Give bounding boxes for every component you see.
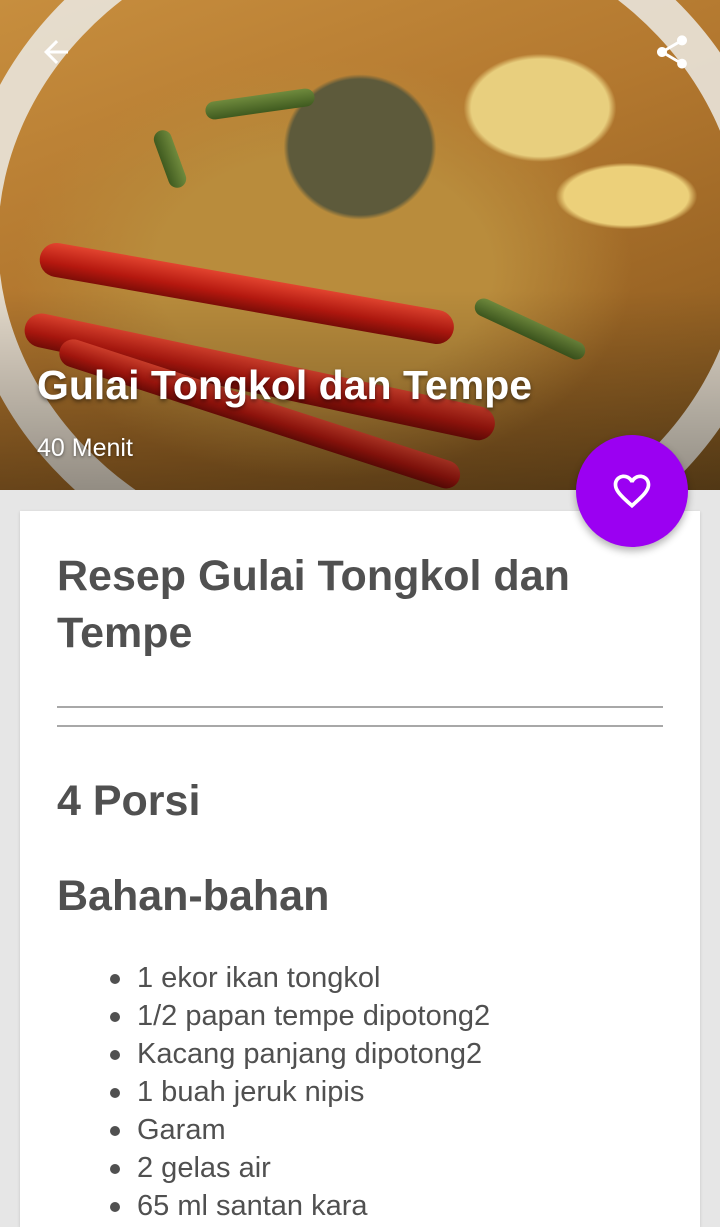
ingredient-item: Garam (110, 1111, 663, 1149)
divider (57, 706, 663, 708)
recipe-hero-image: Gulai Tongkol dan Tempe 40 Menit (0, 0, 720, 490)
ingredient-item: 1 buah jeruk nipis (110, 1073, 663, 1111)
heart-outline-icon (613, 474, 651, 509)
back-button[interactable] (28, 24, 84, 80)
ingredient-item: 1 ekor ikan tongkol (110, 959, 663, 997)
ingredient-item: 2 gelas air (110, 1149, 663, 1187)
recipe-heading: Resep Gulai Tongkol dan Tempe (57, 552, 570, 657)
recipe-title: Gulai Tongkol dan Tempe (37, 362, 533, 408)
arrow-left-icon (44, 40, 68, 64)
cooking-duration: 40 Menit (37, 434, 133, 462)
recipe-card: Resep Gulai Tongkol dan Tempe 4 Porsi Ba… (20, 511, 700, 1227)
divider (57, 725, 663, 727)
ingredient-item: 65 ml santan kara (110, 1187, 663, 1225)
ingredients-heading: Bahan-bahan (57, 872, 330, 920)
share-icon (657, 35, 687, 69)
ingredient-item: 1/2 papan tempe dipotong2 (110, 997, 663, 1035)
servings-label: 4 Porsi (57, 777, 201, 825)
ingredients-list: 1 ekor ikan tongkol 1/2 papan tempe dipo… (57, 959, 663, 1225)
favorite-button[interactable] (576, 435, 688, 547)
share-button[interactable] (644, 24, 700, 80)
ingredient-item: Kacang panjang dipotong2 (110, 1035, 663, 1073)
